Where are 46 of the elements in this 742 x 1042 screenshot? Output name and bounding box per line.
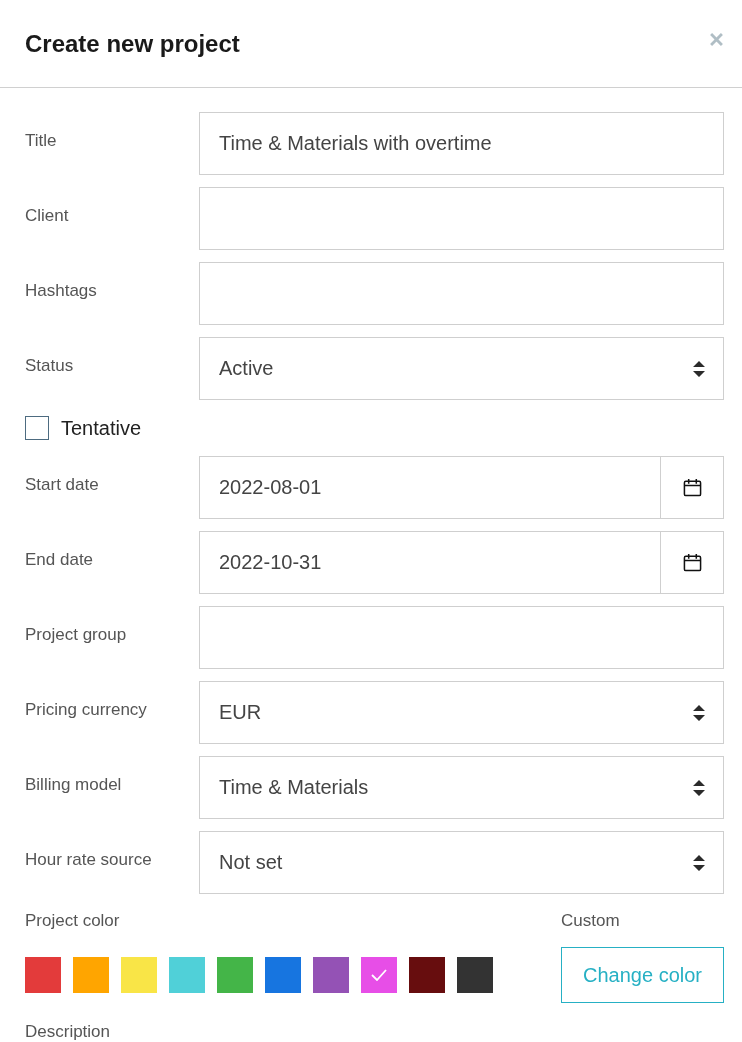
calendar-icon: [682, 553, 702, 572]
close-icon[interactable]: [710, 33, 723, 46]
calendar-button[interactable]: [661, 456, 724, 519]
text-field[interactable]: [199, 606, 724, 669]
calendar-button[interactable]: [661, 531, 724, 594]
date-field[interactable]: 2022-10-31: [199, 531, 661, 594]
color-swatch[interactable]: [457, 957, 493, 993]
color-swatch[interactable]: [313, 957, 349, 993]
updown-caret-icon: [693, 779, 705, 796]
updown-caret-icon: [693, 854, 705, 871]
color-swatch[interactable]: [409, 957, 445, 993]
field-label: Start date: [25, 475, 100, 495]
field-label: Status: [25, 356, 75, 376]
checkbox-label: Tentative: [61, 416, 142, 440]
select-field[interactable]: Time & Materials: [199, 756, 724, 819]
select-field[interactable]: EUR: [199, 681, 724, 744]
color-swatch[interactable]: [169, 957, 205, 993]
updown-caret-icon: [693, 360, 705, 377]
color-swatch[interactable]: [361, 957, 397, 993]
color-swatch[interactable]: [265, 957, 301, 993]
calendar-icon: [682, 478, 702, 497]
field-label: Project group: [25, 625, 128, 645]
custom-color-label: Custom: [561, 911, 621, 931]
description-label: Description: [25, 1022, 112, 1042]
date-field[interactable]: 2022-08-01: [199, 456, 661, 519]
select-field[interactable]: Active: [199, 337, 724, 400]
field-label: Hour rate source: [25, 850, 153, 870]
text-field[interactable]: [199, 262, 724, 325]
checkbox[interactable]: [25, 416, 49, 440]
dialog-title: Create new project: [25, 29, 240, 58]
color-swatch[interactable]: [73, 957, 109, 993]
color-swatch[interactable]: [217, 957, 253, 993]
color-swatch[interactable]: [25, 957, 61, 993]
check-icon: [371, 969, 387, 981]
field-label: Pricing currency: [25, 700, 148, 720]
field-label: End date: [25, 550, 95, 570]
field-label: Title: [25, 131, 58, 151]
field-label: Client: [25, 206, 70, 226]
color-swatch[interactable]: [121, 957, 157, 993]
text-field[interactable]: Time & Materials with overtime: [199, 112, 724, 175]
select-field[interactable]: Not set: [199, 831, 724, 894]
field-label: Hashtags: [25, 281, 98, 301]
field-label: Billing model: [25, 775, 123, 795]
project-color-label: Project color: [25, 911, 121, 931]
text-field[interactable]: [199, 187, 724, 250]
updown-caret-icon: [693, 704, 705, 721]
